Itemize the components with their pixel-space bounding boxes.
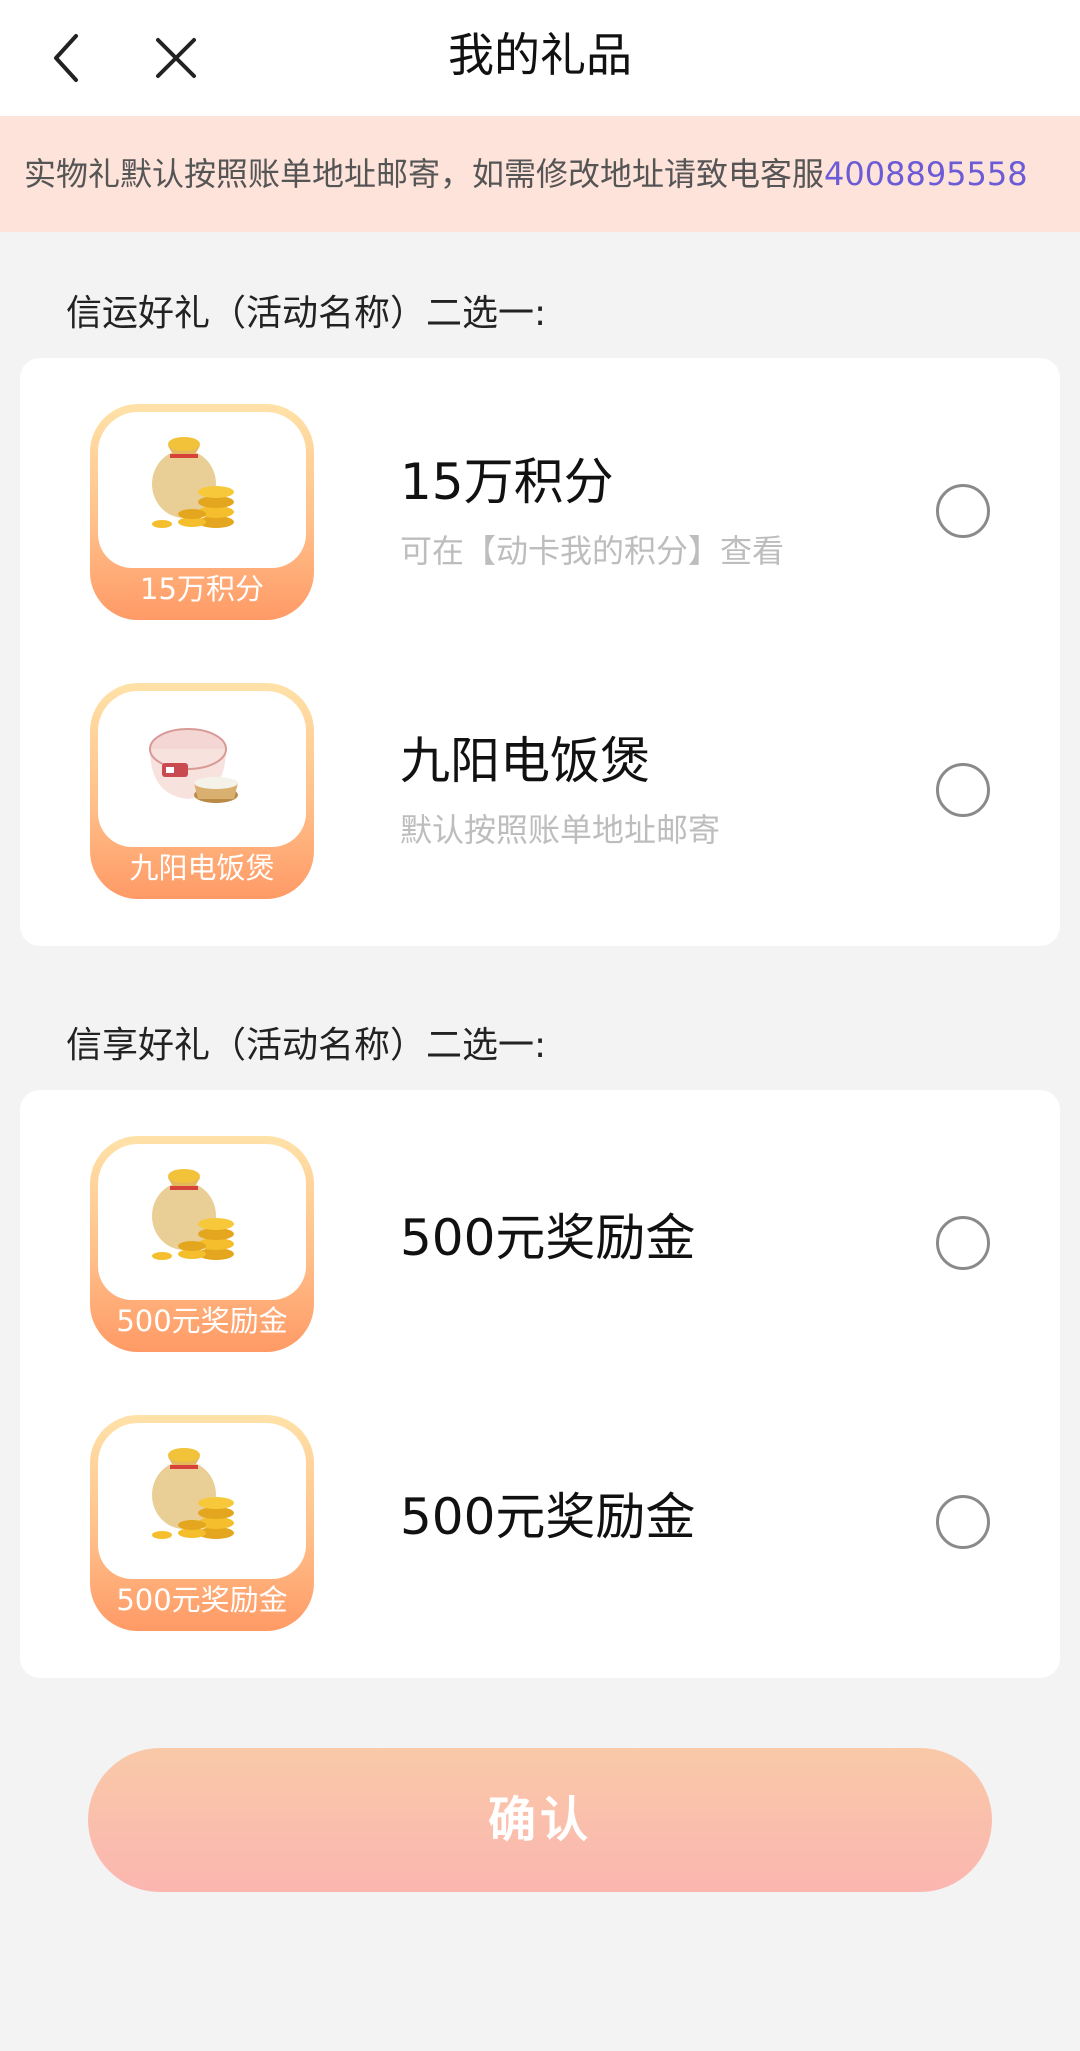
select-radio[interactable] [936, 763, 990, 817]
select-radio[interactable] [936, 1216, 990, 1270]
gift-name: 15万积分 [400, 453, 614, 511]
money-bag-icon [152, 1169, 234, 1260]
notice-message: 实物礼默认按照账单地址邮寄，如需修改地址请致电客服 [24, 155, 825, 193]
group-title-1: 信运好礼（活动名称）二选一: [66, 293, 547, 334]
gift-option-bonus-2[interactable]: 500元奖励金 500元奖励金 [20, 1415, 1060, 1635]
gift-thumbnail: 500元奖励金 [90, 1136, 314, 1352]
customer-service-phone-link[interactable]: 4008895558 [824, 155, 1028, 193]
page: 我的礼品 实物礼默认按照账单地址邮寄，如需修改地址请致电客服4008895558… [0, 0, 1080, 2051]
notice-text: 实物礼默认按照账单地址邮寄，如需修改地址请致电客服4008895558 [24, 116, 1028, 232]
gift-description: 默认按照账单地址邮寄 [400, 811, 721, 849]
gift-option-bonus-1[interactable]: 500元奖励金 500元奖励金 [20, 1136, 1060, 1356]
gift-thumbnail: 九阳电饭煲 [90, 683, 314, 899]
confirm-button[interactable]: 确认 [88, 1748, 992, 1892]
thumbnail-caption: 15万积分 [140, 572, 264, 606]
address-notice: 实物礼默认按照账单地址邮寄，如需修改地址请致电客服4008895558 [0, 116, 1080, 232]
page-title: 我的礼品 [448, 28, 632, 82]
gift-name: 九阳电饭煲 [400, 732, 650, 790]
gift-option-points[interactable]: 15万积分 15万积分 可在【动卡我的积分】查看 [20, 404, 1060, 624]
select-radio[interactable] [936, 1495, 990, 1549]
confirm-button-label: 确认 [487, 1792, 592, 1848]
top-nav: 我的礼品 [0, 0, 1080, 116]
thumbnail-caption: 500元奖励金 [116, 1583, 288, 1617]
gift-name: 500元奖励金 [400, 1488, 696, 1546]
money-bag-icon [152, 1448, 234, 1539]
rice-cooker-icon [149, 728, 238, 803]
thumbnail-caption: 九阳电饭煲 [129, 851, 275, 885]
money-bag-icon [152, 437, 234, 528]
gift-option-rice-cooker[interactable]: 九阳电饭煲 九阳电饭煲 默认按照账单地址邮寄 [20, 683, 1060, 903]
gift-card-group-2: 500元奖励金 500元奖励金 500元奖励金 500元奖励金 [20, 1090, 1060, 1678]
select-radio[interactable] [936, 484, 990, 538]
group-title-2: 信享好礼（活动名称）二选一: [66, 1025, 547, 1066]
thumbnail-caption: 500元奖励金 [116, 1304, 288, 1338]
gift-thumbnail: 15万积分 [90, 404, 314, 620]
gift-description: 可在【动卡我的积分】查看 [400, 532, 785, 570]
gift-name: 500元奖励金 [400, 1209, 696, 1267]
gift-thumbnail: 500元奖励金 [90, 1415, 314, 1631]
gift-card-group-1: 15万积分 15万积分 可在【动卡我的积分】查看 九阳电饭煲 九阳电饭煲 默认按… [20, 358, 1060, 946]
